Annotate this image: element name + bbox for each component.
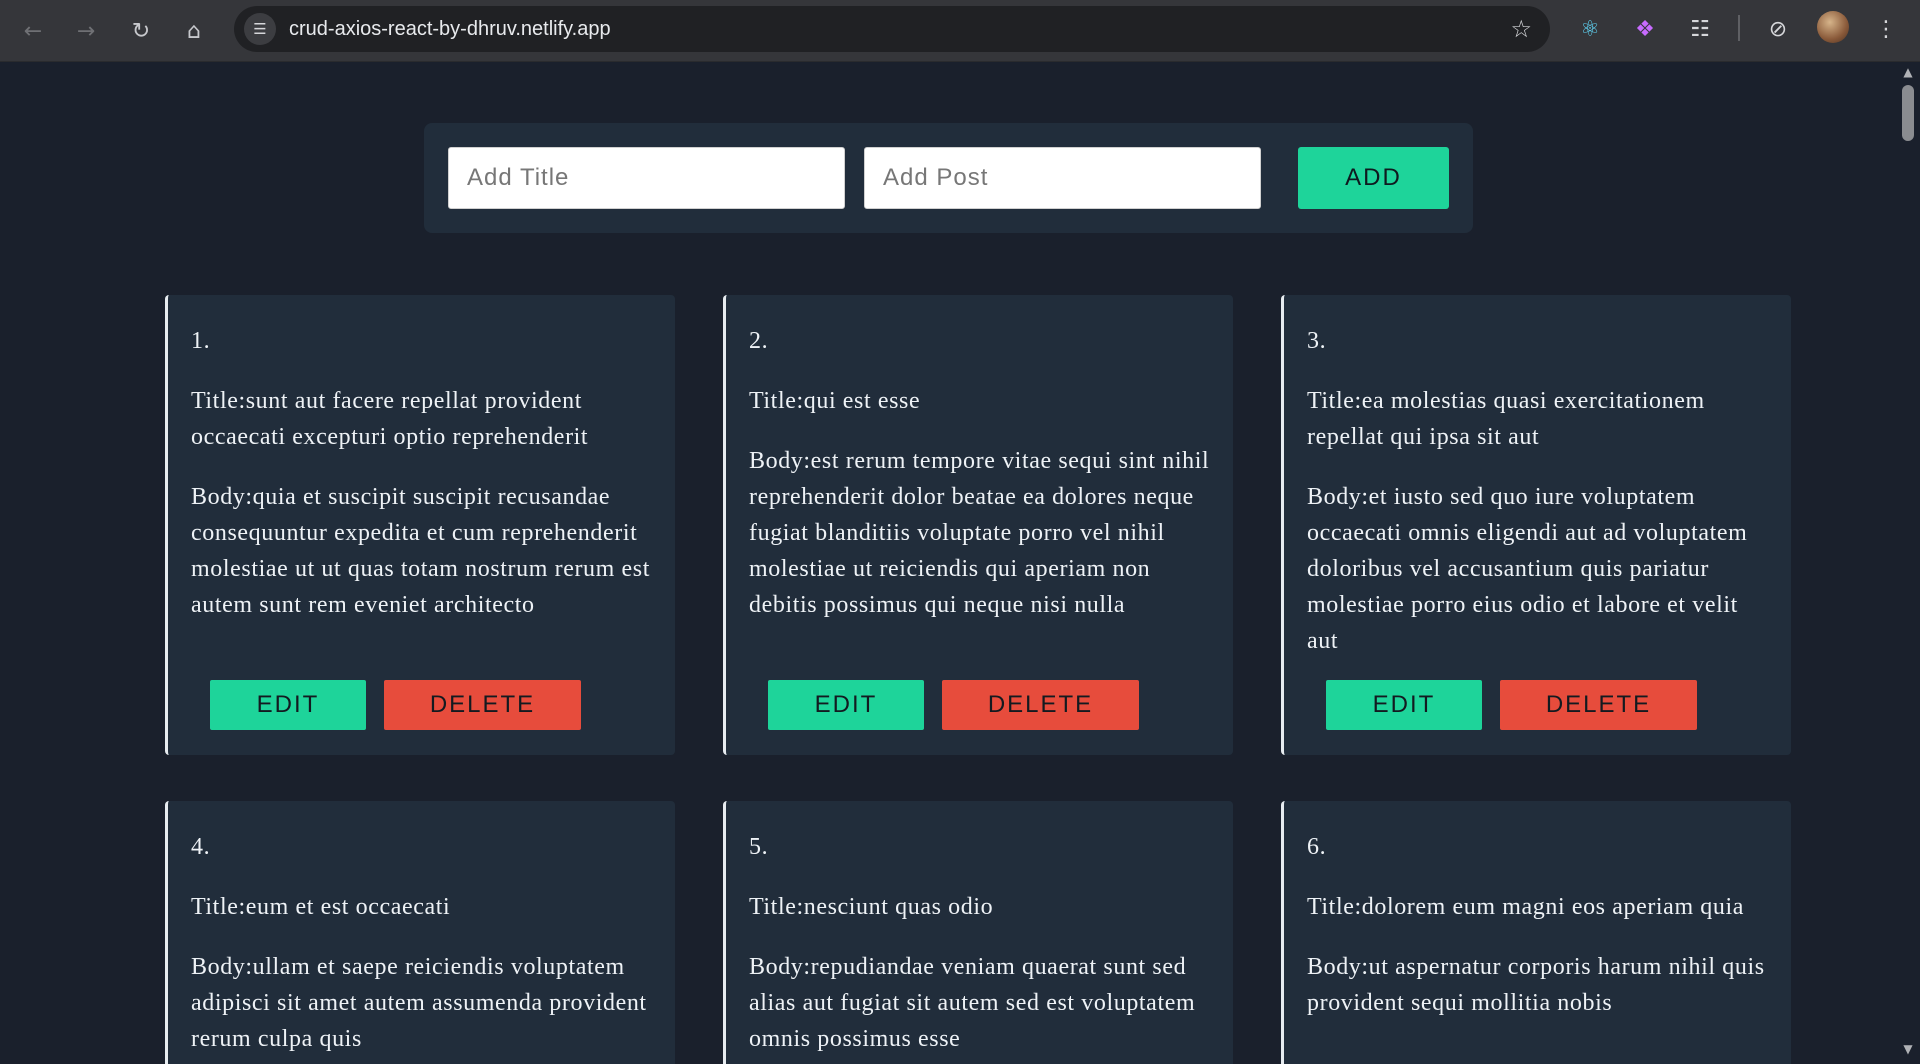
address-bar[interactable]: ☰ crud-axios-react-by-dhruv.netlify.app … [234,6,1550,52]
scrollbar-thumb[interactable] [1902,85,1914,141]
forward-arrow-icon[interactable]: → [64,9,108,53]
post-number: 2. [749,328,769,354]
reload-icon[interactable]: ↻ [119,9,163,53]
delete-button[interactable]: DELETE [384,680,581,730]
performance-icon[interactable]: ⊘ [1761,12,1795,46]
puzzle-extensions-icon[interactable]: ☷ [1683,12,1717,46]
edit-button[interactable]: EDIT [1326,680,1482,730]
post-number: 3. [1307,328,1327,354]
add-title-input[interactable] [448,147,845,209]
post-title: Title:eum et est occaecati [191,894,451,920]
brain-extension-icon[interactable]: ❖ [1628,12,1662,46]
post-body: Body:quia et suscipit suscipit recusanda… [191,484,650,618]
post-title: Title:nesciunt quas odio [749,894,994,920]
add-post-input[interactable] [864,147,1261,209]
post-card: 3. Title:ea molestias quasi exercitation… [1281,295,1791,755]
post-number: 1. [191,328,211,354]
home-icon[interactable]: ⌂ [172,9,216,53]
site-info-icon[interactable]: ☰ [244,13,276,45]
post-title: Title:sunt aut facere repellat provident… [191,388,589,450]
post-body: Body:ullam et saepe reiciendis voluptate… [191,954,647,1052]
post-card: 2. Title:qui est esse Body:est rerum tem… [723,295,1233,755]
edit-button[interactable]: EDIT [768,680,924,730]
react-devtools-icon[interactable]: ⚛ [1573,12,1607,46]
url-text[interactable]: crud-axios-react-by-dhruv.netlify.app [289,6,611,52]
post-card: 5. Title:nesciunt quas odio Body:repudia… [723,801,1233,1064]
post-body: Body:repudiandae veniam quaerat sunt sed… [749,954,1196,1052]
add-button[interactable]: ADD [1298,147,1449,209]
add-post-form: ADD [424,123,1473,233]
delete-button[interactable]: DELETE [1500,680,1697,730]
post-card: 1. Title:sunt aut facere repellat provid… [165,295,675,755]
profile-avatar[interactable] [1817,11,1849,43]
scroll-up-arrow-icon[interactable]: ▲ [1900,65,1916,79]
edit-button[interactable]: EDIT [210,680,366,730]
menu-kebab-icon[interactable]: ⋮ [1869,12,1903,46]
delete-button[interactable]: DELETE [942,680,1139,730]
bookmark-star-icon[interactable]: ☆ [1510,6,1532,52]
vertical-scrollbar[interactable]: ▲ ▼ [1896,63,1920,1064]
post-number: 4. [191,834,211,860]
post-body: Body:est rerum tempore vitae sequi sint … [749,448,1210,618]
post-body: Body:ut aspernatur corporis harum nihil … [1307,954,1765,1016]
back-arrow-icon[interactable]: ← [11,9,55,53]
page-content: ADD 1. Title:sunt aut facere repellat pr… [0,63,1896,1064]
post-body: Body:et iusto sed quo iure voluptatem oc… [1307,484,1748,654]
post-number: 6. [1307,834,1327,860]
post-title: Title:qui est esse [749,388,921,414]
post-number: 5. [749,834,769,860]
scroll-down-arrow-icon[interactable]: ▼ [1900,1042,1916,1056]
post-card: 4. Title:eum et est occaecati Body:ullam… [165,801,675,1064]
post-title: Title:dolorem eum magni eos aperiam quia [1307,894,1745,920]
browser-toolbar: ← → ↻ ⌂ ☰ crud-axios-react-by-dhruv.netl… [0,0,1920,62]
toolbar-divider [1738,15,1740,41]
post-title: Title:ea molestias quasi exercitationem … [1307,388,1705,450]
post-card: 6. Title:dolorem eum magni eos aperiam q… [1281,801,1791,1064]
